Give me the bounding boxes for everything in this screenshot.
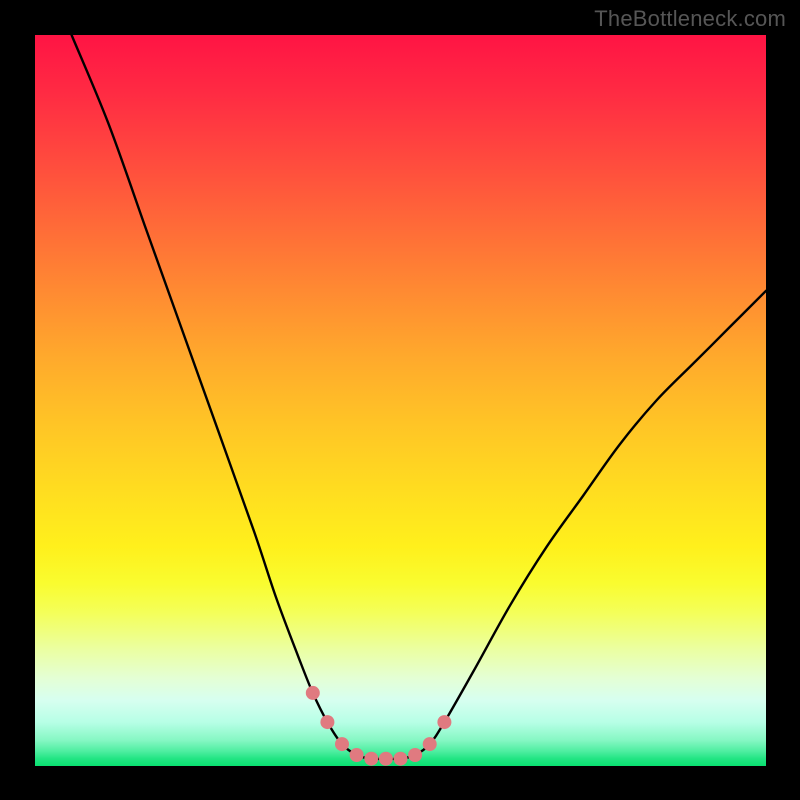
optimal-dot bbox=[408, 748, 422, 762]
optimal-dot bbox=[394, 752, 408, 766]
optimal-dot bbox=[379, 752, 393, 766]
optimal-dot bbox=[437, 715, 451, 729]
optimal-dot bbox=[335, 737, 349, 751]
optimal-dot bbox=[350, 748, 364, 762]
optimal-dot bbox=[320, 715, 334, 729]
curve-layer bbox=[35, 35, 766, 766]
optimal-dot bbox=[423, 737, 437, 751]
watermark-text: TheBottleneck.com bbox=[594, 6, 786, 32]
chart-frame: TheBottleneck.com bbox=[0, 0, 800, 800]
plot-area bbox=[35, 35, 766, 766]
bottleneck-curve bbox=[72, 35, 766, 759]
optimal-dot bbox=[306, 686, 320, 700]
optimal-range-dots bbox=[306, 686, 452, 766]
optimal-dot bbox=[364, 752, 378, 766]
